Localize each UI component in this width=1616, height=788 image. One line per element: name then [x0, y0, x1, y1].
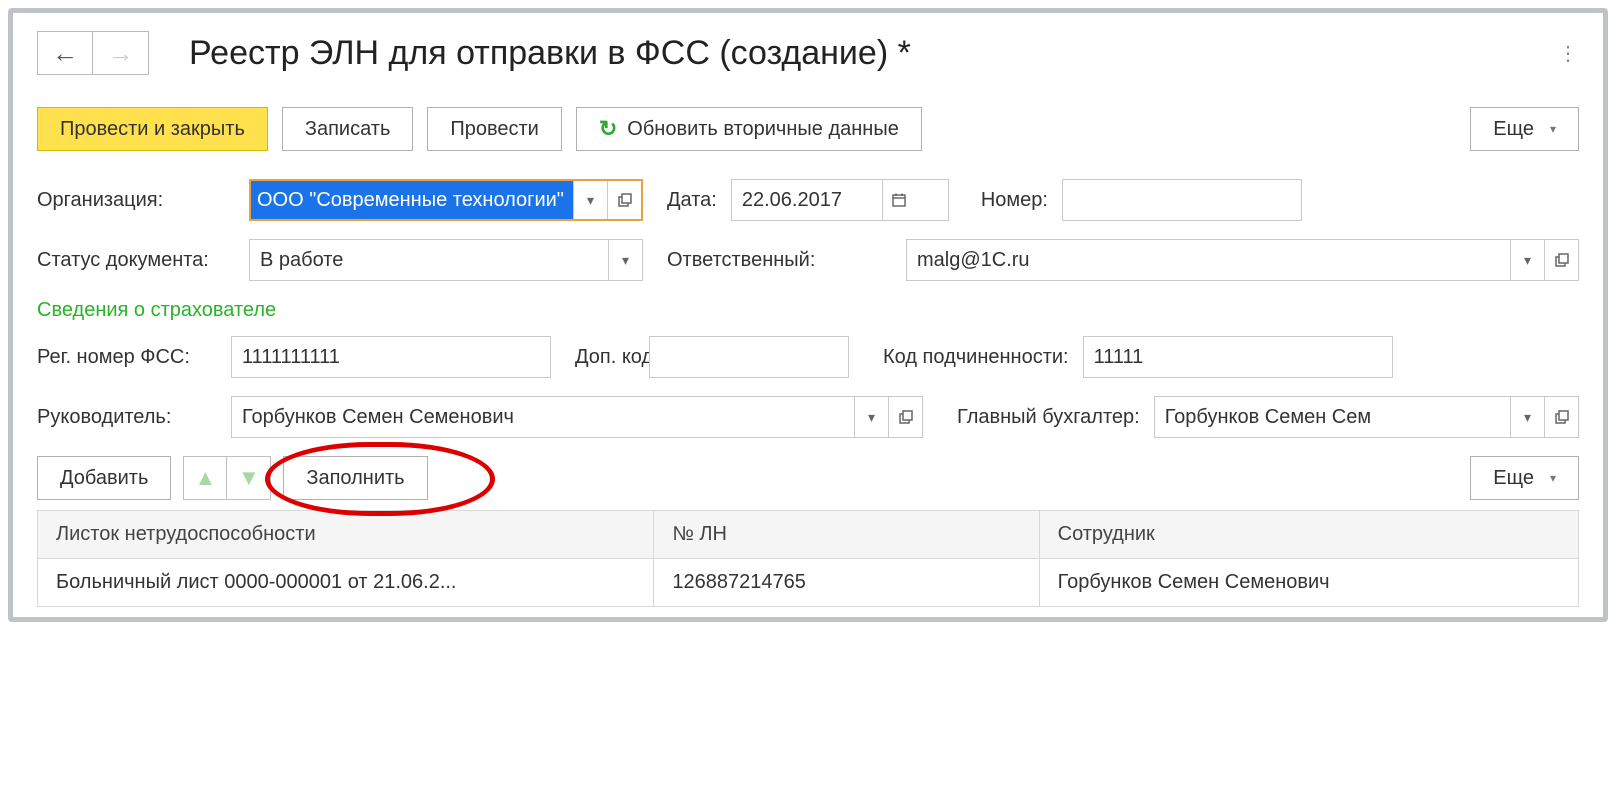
date-input[interactable]: [731, 179, 949, 221]
refresh-secondary-button[interactable]: ↻ Обновить вторичные данные: [576, 107, 922, 151]
organization-value: ООО "Современные технологии": [251, 181, 573, 219]
label-organization: Организация:: [37, 189, 235, 212]
save-button[interactable]: Записать: [282, 107, 413, 151]
number-field[interactable]: [1063, 180, 1301, 220]
head-field[interactable]: [232, 397, 854, 437]
table-header-row: Листок нетрудоспособности № ЛН Сотрудник: [38, 511, 1579, 559]
dropdown-icon[interactable]: ▾: [1510, 240, 1544, 280]
section-insurer-title: Сведения о страхователе: [37, 299, 1579, 322]
open-icon[interactable]: [888, 397, 922, 437]
eln-table: Листок нетрудоспособности № ЛН Сотрудник…: [37, 510, 1579, 607]
dropdown-icon[interactable]: ▾: [854, 397, 888, 437]
arrow-left-icon: ←: [52, 38, 78, 69]
arrow-down-icon: ▼: [238, 465, 260, 491]
nav-back-button[interactable]: ←: [37, 31, 93, 75]
fss-reg-input[interactable]: [231, 336, 551, 378]
status-input[interactable]: ▾: [249, 239, 643, 281]
open-icon[interactable]: [1544, 397, 1578, 437]
header-menu-icon[interactable]: ⋮: [1558, 41, 1579, 66]
dop-kod-field[interactable]: [650, 337, 848, 377]
col-employee[interactable]: Сотрудник: [1039, 511, 1578, 559]
col-ln-number[interactable]: № ЛН: [654, 511, 1039, 559]
header-row: ← → Реестр ЭЛН для отправки в ФСС (созда…: [37, 31, 1579, 75]
chief-accountant-input[interactable]: ▾: [1154, 396, 1579, 438]
label-number: Номер:: [981, 189, 1048, 212]
arrow-up-icon: ▲: [195, 465, 217, 491]
move-up-button[interactable]: ▲: [183, 456, 227, 500]
dropdown-icon[interactable]: ▾: [608, 240, 642, 280]
table-more-button[interactable]: Еще: [1470, 456, 1579, 500]
table-row[interactable]: Больничный лист 0000-000001 от 21.06.2..…: [38, 559, 1579, 607]
subord-code-field[interactable]: [1084, 337, 1392, 377]
responsible-input[interactable]: ▾: [906, 239, 1579, 281]
label-status: Статус документа:: [37, 249, 235, 272]
label-fss-reg: Рег. номер ФСС:: [37, 346, 217, 369]
label-date: Дата:: [667, 189, 717, 212]
row-fss-codes: Рег. номер ФСС: Доп. код: Код подчиненно…: [37, 336, 1579, 378]
fill-button[interactable]: Заполнить: [283, 456, 427, 500]
label-head: Руководитель:: [37, 406, 217, 429]
dop-kod-input[interactable]: [649, 336, 849, 378]
table-toolbar: Добавить ▲ ▼ Заполнить Еще: [37, 456, 1579, 500]
nav-forward-button[interactable]: →: [93, 31, 149, 75]
fss-reg-field[interactable]: [232, 337, 550, 377]
dropdown-icon[interactable]: ▾: [1510, 397, 1544, 437]
fill-button-wrapper: Заполнить: [283, 456, 427, 500]
move-down-button[interactable]: ▼: [227, 456, 271, 500]
subord-code-input[interactable]: [1083, 336, 1393, 378]
label-subord-code: Код подчиненности:: [883, 346, 1069, 369]
head-input[interactable]: ▾: [231, 396, 923, 438]
status-field[interactable]: [250, 240, 608, 280]
more-button[interactable]: Еще: [1470, 107, 1579, 151]
row-head-chiefacc: Руководитель: ▾ Главный бухгалтер: ▾: [37, 396, 1579, 438]
post-button[interactable]: Провести: [427, 107, 561, 151]
cell-employee: Горбунков Семен Семенович: [1039, 559, 1578, 607]
refresh-secondary-label: Обновить вторичные данные: [627, 118, 899, 141]
calendar-icon[interactable]: [882, 180, 916, 220]
label-dop-kod: Доп. код:: [575, 346, 635, 368]
number-input[interactable]: [1062, 179, 1302, 221]
nav-buttons: ← →: [37, 31, 149, 75]
arrow-right-icon: →: [108, 38, 134, 69]
chief-accountant-field[interactable]: [1155, 397, 1510, 437]
responsible-field[interactable]: [907, 240, 1510, 280]
command-toolbar: Провести и закрыть Записать Провести ↻ О…: [37, 107, 1579, 151]
post-and-close-button[interactable]: Провести и закрыть: [37, 107, 268, 151]
row-org-date-number: Организация: ООО "Современные технологии…: [37, 179, 1579, 221]
open-icon[interactable]: [1544, 240, 1578, 280]
page-title: Реестр ЭЛН для отправки в ФСС (создание)…: [189, 34, 911, 73]
cell-ln-number: 126887214765: [654, 559, 1039, 607]
date-field[interactable]: [732, 180, 882, 220]
refresh-icon: ↻: [599, 116, 617, 142]
organization-input[interactable]: ООО "Современные технологии" ▾: [249, 179, 643, 221]
cell-sick-leave: Больничный лист 0000-000001 от 21.06.2..…: [38, 559, 654, 607]
dropdown-icon[interactable]: ▾: [573, 181, 607, 219]
add-button[interactable]: Добавить: [37, 456, 171, 500]
label-chief-accountant: Главный бухгалтер:: [957, 406, 1140, 429]
label-responsible: Ответственный:: [667, 249, 892, 272]
row-status-responsible: Статус документа: ▾ Ответственный: ▾: [37, 239, 1579, 281]
open-icon[interactable]: [607, 181, 641, 219]
col-sick-leave[interactable]: Листок нетрудоспособности: [38, 511, 654, 559]
form-window: ← → Реестр ЭЛН для отправки в ФСС (созда…: [8, 8, 1608, 622]
